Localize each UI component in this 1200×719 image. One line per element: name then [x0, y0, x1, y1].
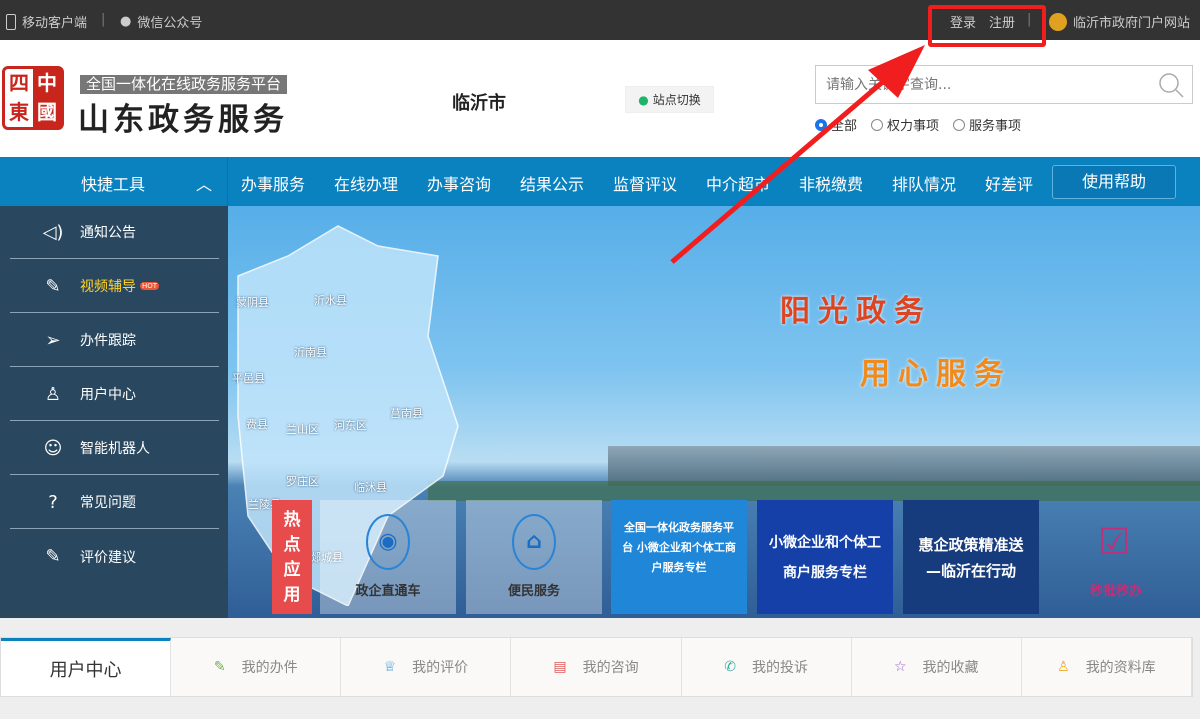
sidebar-item-tracking[interactable]: ➢ 办件跟踪 [10, 314, 219, 367]
quick-tools-sidebar: ◁) 通知公告 ✎ 视频辅导 HOT ➢ 办件跟踪 ♙ 用户中心 ☺ 智能机器人 ? 常见问题… [0, 206, 228, 618]
document-check-icon: ☑ [1098, 522, 1131, 563]
sidebar-item-user-center[interactable]: ♙ 用户中心 [10, 368, 219, 421]
quick-tools-toggle[interactable]: 快捷工具 ︿ [0, 157, 228, 206]
wechat-icon: ● [120, 14, 132, 29]
annotation-highlight-box [928, 5, 1046, 47]
nav-item[interactable]: 非税缴费 [799, 171, 863, 195]
user-icon: ♙ [44, 383, 62, 405]
tile-gov-enterprise[interactable]: ◉ 政企直通车 [320, 500, 456, 614]
edit-icon: ✎ [45, 546, 61, 567]
my-consultations-link[interactable]: ▤ 我的咨询 [511, 638, 682, 696]
search-box [815, 65, 1193, 104]
main-nav: 快捷工具 ︿ 办事服务 在线办理 办事咨询 结果公示 监督评议 中介超市 非税缴费… [0, 157, 1200, 206]
pencil-icon: ✎ [213, 659, 226, 675]
tile-instant-approval[interactable]: ☑ 秒批秒办 [1048, 500, 1184, 614]
logo-seal: 四中東國 [2, 66, 64, 130]
message-icon: ▤ [553, 659, 567, 675]
speaker-icon: ◁) [42, 221, 64, 243]
sidebar-item-faq[interactable]: ? 常见问题 [10, 476, 219, 529]
radio-all[interactable]: 全部 [815, 115, 857, 134]
sidebar-item-notice[interactable]: ◁) 通知公告 [10, 206, 219, 259]
map-label-pingyi[interactable]: 平邑县 [232, 370, 265, 386]
sidebar-item-feedback[interactable]: ✎ 评价建议 [10, 530, 219, 583]
chevron-up-icon: ︿ [196, 175, 213, 194]
tile-policy[interactable]: 惠企政策精准送 —临沂在行动 [903, 500, 1039, 614]
site-switch-button[interactable]: ● 站点切换 [625, 86, 714, 113]
sidebar-item-video[interactable]: ✎ 视频辅导 HOT [10, 260, 219, 313]
tile-small-business[interactable]: 小微企业和个体工商户服务专栏 [757, 500, 893, 614]
user-center-bar: 用户中心 ✎ 我的办件 ♕ 我的评价 ▤ 我的咨询 ✆ 我的投诉 ☆ 我的收藏 ♙ 我的资料… [0, 637, 1193, 697]
question-icon: ? [48, 491, 58, 513]
nav-item[interactable]: 好差评 [985, 171, 1033, 195]
phone-icon [6, 13, 16, 30]
search-scope: 全部 权力事项 服务事项 [815, 115, 1021, 134]
divider: | [101, 12, 106, 27]
phone-icon: ✆ [724, 659, 736, 675]
my-complaints-link[interactable]: ✆ 我的投诉 [682, 638, 852, 696]
emblem-icon [1049, 12, 1067, 31]
my-favorites-link[interactable]: ☆ 我的收藏 [852, 638, 1022, 696]
person-icon: ♙ [1057, 659, 1070, 675]
tab-user-center[interactable]: 用户中心 [1, 638, 172, 696]
house-icon: ⌂ [512, 514, 556, 570]
edit-icon: ✎ [45, 275, 61, 297]
wechat-link[interactable]: ● 微信公众号 [120, 12, 202, 31]
help-button[interactable]: 使用帮助 [1052, 165, 1176, 199]
radio-power-items[interactable]: 权力事项 [871, 115, 939, 134]
nav-item[interactable]: 办事咨询 [427, 171, 491, 195]
my-reviews-link[interactable]: ♕ 我的评价 [341, 638, 512, 696]
tile-citizen-service[interactable]: ⌂ 便民服务 [466, 500, 602, 614]
search-icon[interactable] [1158, 72, 1184, 98]
mobile-client-link[interactable]: 移动客户端 [6, 12, 87, 31]
search-input[interactable] [816, 66, 1136, 103]
hot-badge: HOT [140, 282, 160, 290]
hot-apps-label: 热点应用 [272, 500, 312, 614]
nav-item[interactable]: 中介超市 [706, 171, 770, 195]
sidebar-item-robot[interactable]: ☺ 智能机器人 [10, 422, 219, 475]
portal-link[interactable]: 临沂市政府门户网站 [1049, 12, 1190, 31]
send-icon: ➢ [45, 329, 61, 351]
award-icon: ♕ [383, 659, 397, 675]
banner-slogan-1: 阳光政务 [780, 294, 932, 329]
city-skyline [608, 446, 1200, 486]
nav-item[interactable]: 结果公示 [520, 171, 584, 195]
train-icon: ◉ [366, 514, 410, 570]
star-icon: ☆ [893, 659, 907, 675]
my-cases-link[interactable]: ✎ 我的办件 [171, 638, 342, 696]
site-brand[interactable]: 山东政务服务 [78, 94, 288, 139]
robot-icon: ☺ [43, 437, 63, 459]
location-pin-icon: ● [638, 92, 649, 107]
current-city: 临沂市 [452, 93, 506, 114]
platform-slogan: 全国一体化在线政务服务平台 [80, 75, 288, 94]
nav-item[interactable]: 办事服务 [241, 171, 305, 195]
nav-item[interactable]: 排队情况 [892, 171, 956, 195]
nav-item[interactable]: 监督评议 [613, 171, 677, 195]
banner-slogan-2: 用心服务 [860, 357, 1012, 392]
radio-service-items[interactable]: 服务事项 [953, 115, 1021, 134]
my-documents-link[interactable]: ♙ 我的资料库 [1022, 638, 1192, 696]
hero-banner: 蒙阴县 沂水县 平邑县 沂南县 费县 兰山区 河东区 莒南县 罗庄区 临沭县 兰… [228, 206, 1200, 618]
tile-small-business-platform[interactable]: 全国一体化政务服务平台 小微企业和个体工商户服务专栏 [611, 500, 747, 614]
nav-item[interactable]: 在线办理 [334, 171, 398, 195]
